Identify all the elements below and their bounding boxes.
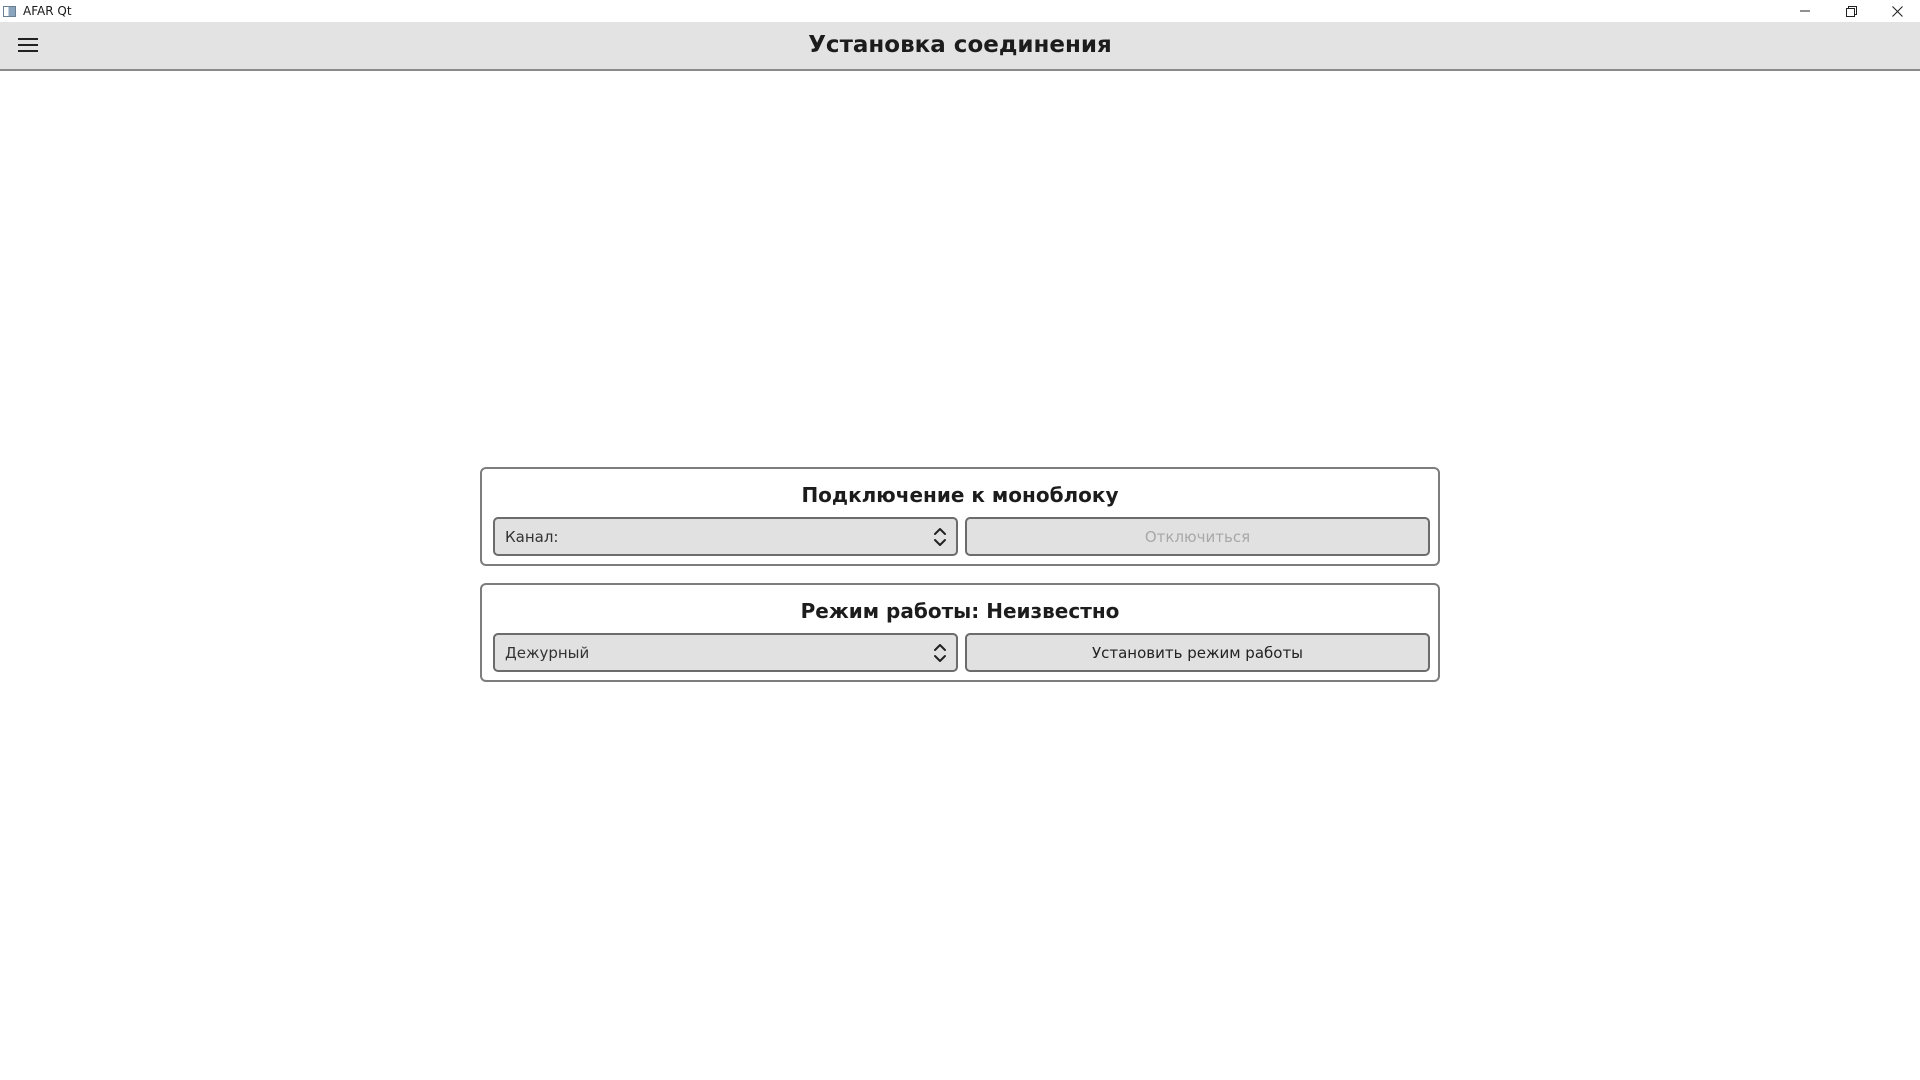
disconnect-button[interactable]: Отключиться <box>965 517 1430 556</box>
mode-group-title: Режим работы: Неизвестно <box>800 599 1120 623</box>
up-down-arrows-icon <box>934 644 946 662</box>
window-controls <box>1782 0 1920 22</box>
mode-combobox[interactable]: Дежурный <box>493 633 958 672</box>
up-down-arrows-icon <box>934 528 946 546</box>
set-mode-button[interactable]: Установить режим работы <box>965 633 1430 672</box>
window-title-bar: AFAR Qt <box>0 0 1920 22</box>
channel-combobox[interactable]: Канал: <box>493 517 958 556</box>
mode-group: Режим работы: Неизвестно Дежурный Устано… <box>480 583 1440 682</box>
close-icon[interactable] <box>1874 0 1920 22</box>
page-title: Установка соединения <box>808 32 1112 58</box>
app-header: Установка соединения <box>0 22 1920 71</box>
minimize-icon[interactable] <box>1782 0 1828 22</box>
restore-icon[interactable] <box>1828 0 1874 22</box>
connection-group: Подключение к моноблоку Канал: Отключить… <box>480 467 1440 566</box>
app-window-icon <box>3 5 16 17</box>
mode-combobox-value: Дежурный <box>505 643 590 662</box>
channel-combobox-value: Канал: <box>505 527 559 546</box>
window-title: AFAR Qt <box>23 4 72 18</box>
connection-group-title: Подключение к моноблоку <box>801 483 1119 507</box>
